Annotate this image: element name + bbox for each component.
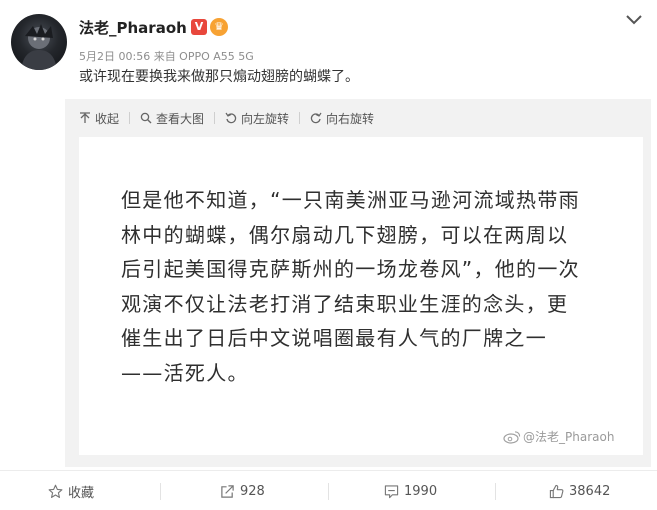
image-text: 但是他不知道，“一只南美洲亚马逊河流域热带雨 林中的蝴蝶，偶尔扇动几下翅膀，可以… xyxy=(121,183,621,390)
like-count: 38642 xyxy=(569,483,611,499)
like-button[interactable]: 38642 xyxy=(549,471,610,510)
avatar-image xyxy=(21,24,57,70)
post-text: 或许现在要换我来做那只煽动翅膀的蝴蝶了。 xyxy=(79,69,359,85)
search-icon xyxy=(140,112,152,124)
repost-button[interactable]: 928 xyxy=(220,471,265,510)
collapse-button[interactable]: 收起 xyxy=(79,110,119,127)
arrow-up-icon xyxy=(80,112,90,123)
comment-button[interactable]: 1990 xyxy=(384,471,437,510)
watermark: @法老_Pharaoh xyxy=(503,428,614,445)
image-text-line: 后引起美国得克萨斯州的一场龙卷风”，他的一次 xyxy=(121,257,580,281)
weibo-logo-icon xyxy=(503,430,521,444)
repost-count: 928 xyxy=(240,483,265,499)
weibo-post: 法老_Pharaoh V ♛ 5月2日 00:56 来自 OPPO A55 5G… xyxy=(0,0,657,510)
toolbar-divider xyxy=(129,112,131,124)
view-large-label: 查看大图 xyxy=(156,111,205,126)
post-meta: 5月2日 00:56 来自 OPPO A55 5G xyxy=(79,50,254,63)
watermark-text: @法老_Pharaoh xyxy=(523,430,615,444)
rotate-left-icon xyxy=(225,112,237,124)
image-toolbar: 收起 查看大图 向左旋转 向右旋转 xyxy=(79,110,374,126)
username[interactable]: 法老_Pharaoh xyxy=(79,17,187,38)
more-icon[interactable] xyxy=(624,12,644,28)
image-text-line: 观演不仅让法老打消了结束职业生涯的念头，更 xyxy=(121,291,569,316)
rotate-left-label: 向左旋转 xyxy=(241,111,290,126)
rotate-right-label: 向右旋转 xyxy=(326,111,375,126)
rotate-right-button[interactable]: 向右旋转 xyxy=(310,110,374,127)
image-text-line: 催生出了日后中文说唱圈最有人气的厂牌之一 xyxy=(121,326,547,350)
comment-count: 1990 xyxy=(404,483,438,499)
post-image[interactable]: 但是他不知道，“一只南美洲亚马逊河流域热带雨 林中的蝴蝶，偶尔扇动几下翅膀，可以… xyxy=(79,137,643,455)
image-text-line: 但是他不知道，“一只南美洲亚马逊河流域热带雨 xyxy=(121,188,580,212)
share-icon xyxy=(221,484,234,498)
toolbar-divider xyxy=(214,112,216,124)
image-text-line: ——活死人。 xyxy=(121,360,249,385)
rotate-left-button[interactable]: 向左旋转 xyxy=(225,110,289,127)
view-large-button[interactable]: 查看大图 xyxy=(140,110,204,127)
favorite-label: 收藏 xyxy=(68,485,95,501)
avatar[interactable] xyxy=(11,14,67,70)
image-text-line: 林中的蝴蝶，偶尔扇动几下翅膀，可以在两周以 xyxy=(121,222,569,247)
action-divider xyxy=(328,483,329,500)
star-icon xyxy=(48,484,63,498)
toolbar-divider xyxy=(299,112,301,124)
medal-icon: ♛ xyxy=(210,18,228,36)
action-bar: 收藏 928 1990 38642 xyxy=(0,470,657,510)
thumbs-up-icon xyxy=(549,484,564,498)
action-divider xyxy=(160,483,161,500)
favorite-button[interactable]: 收藏 xyxy=(48,471,94,510)
action-divider xyxy=(495,483,496,500)
comment-icon xyxy=(384,484,399,498)
verified-badge-icon: V xyxy=(191,19,207,35)
rotate-right-icon xyxy=(310,112,322,124)
collapse-label: 收起 xyxy=(95,111,120,126)
